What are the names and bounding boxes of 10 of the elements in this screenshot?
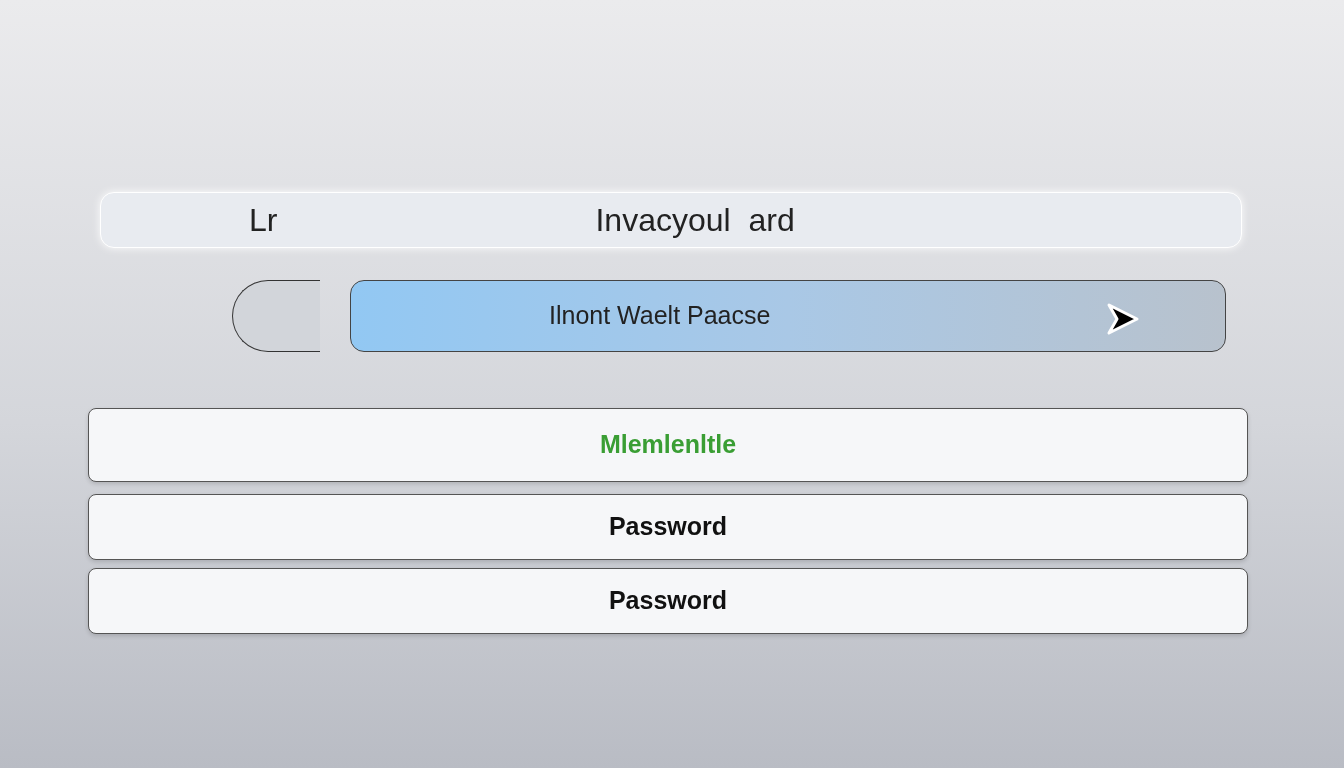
input-field[interactable]: Password — [88, 568, 1248, 634]
input-field[interactable]: Password — [88, 494, 1248, 560]
top-bar-label: Lr — [249, 201, 278, 240]
primary-button[interactable]: Ilnont Waelt Paacse — [350, 280, 1226, 352]
top-bar-title: Invacyoul ard — [595, 201, 795, 240]
field-value: Password — [608, 585, 728, 617]
arrow-icon — [1105, 301, 1141, 337]
field-value: Password — [608, 511, 728, 543]
side-button[interactable] — [232, 280, 320, 352]
field-value: Mlemlenltle — [599, 429, 737, 461]
